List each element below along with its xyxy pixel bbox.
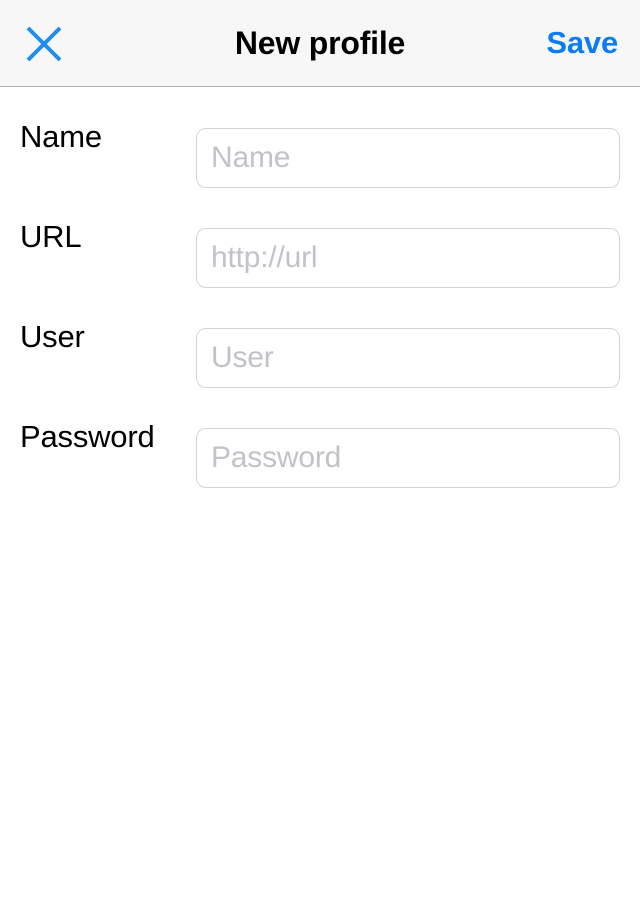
new-profile-screen: New profile Save Name URL User Password — [0, 0, 640, 920]
password-input[interactable] — [196, 428, 620, 488]
user-label: User — [20, 319, 85, 354]
form-row-url: URL — [0, 187, 640, 288]
navigation-bar: New profile Save — [0, 0, 640, 87]
close-button[interactable] — [22, 19, 78, 69]
form-row-user: User — [0, 287, 640, 388]
profile-form: Name URL User Password — [0, 87, 640, 488]
user-input[interactable] — [196, 328, 620, 388]
save-button[interactable]: Save — [542, 0, 622, 86]
close-x-icon — [22, 22, 66, 66]
form-row-password: Password — [0, 387, 640, 488]
url-input[interactable] — [196, 228, 620, 288]
url-label: URL — [20, 219, 82, 254]
name-label: Name — [20, 119, 102, 154]
form-row-name: Name — [0, 87, 640, 188]
name-input[interactable] — [196, 128, 620, 188]
password-label: Password — [20, 419, 155, 454]
